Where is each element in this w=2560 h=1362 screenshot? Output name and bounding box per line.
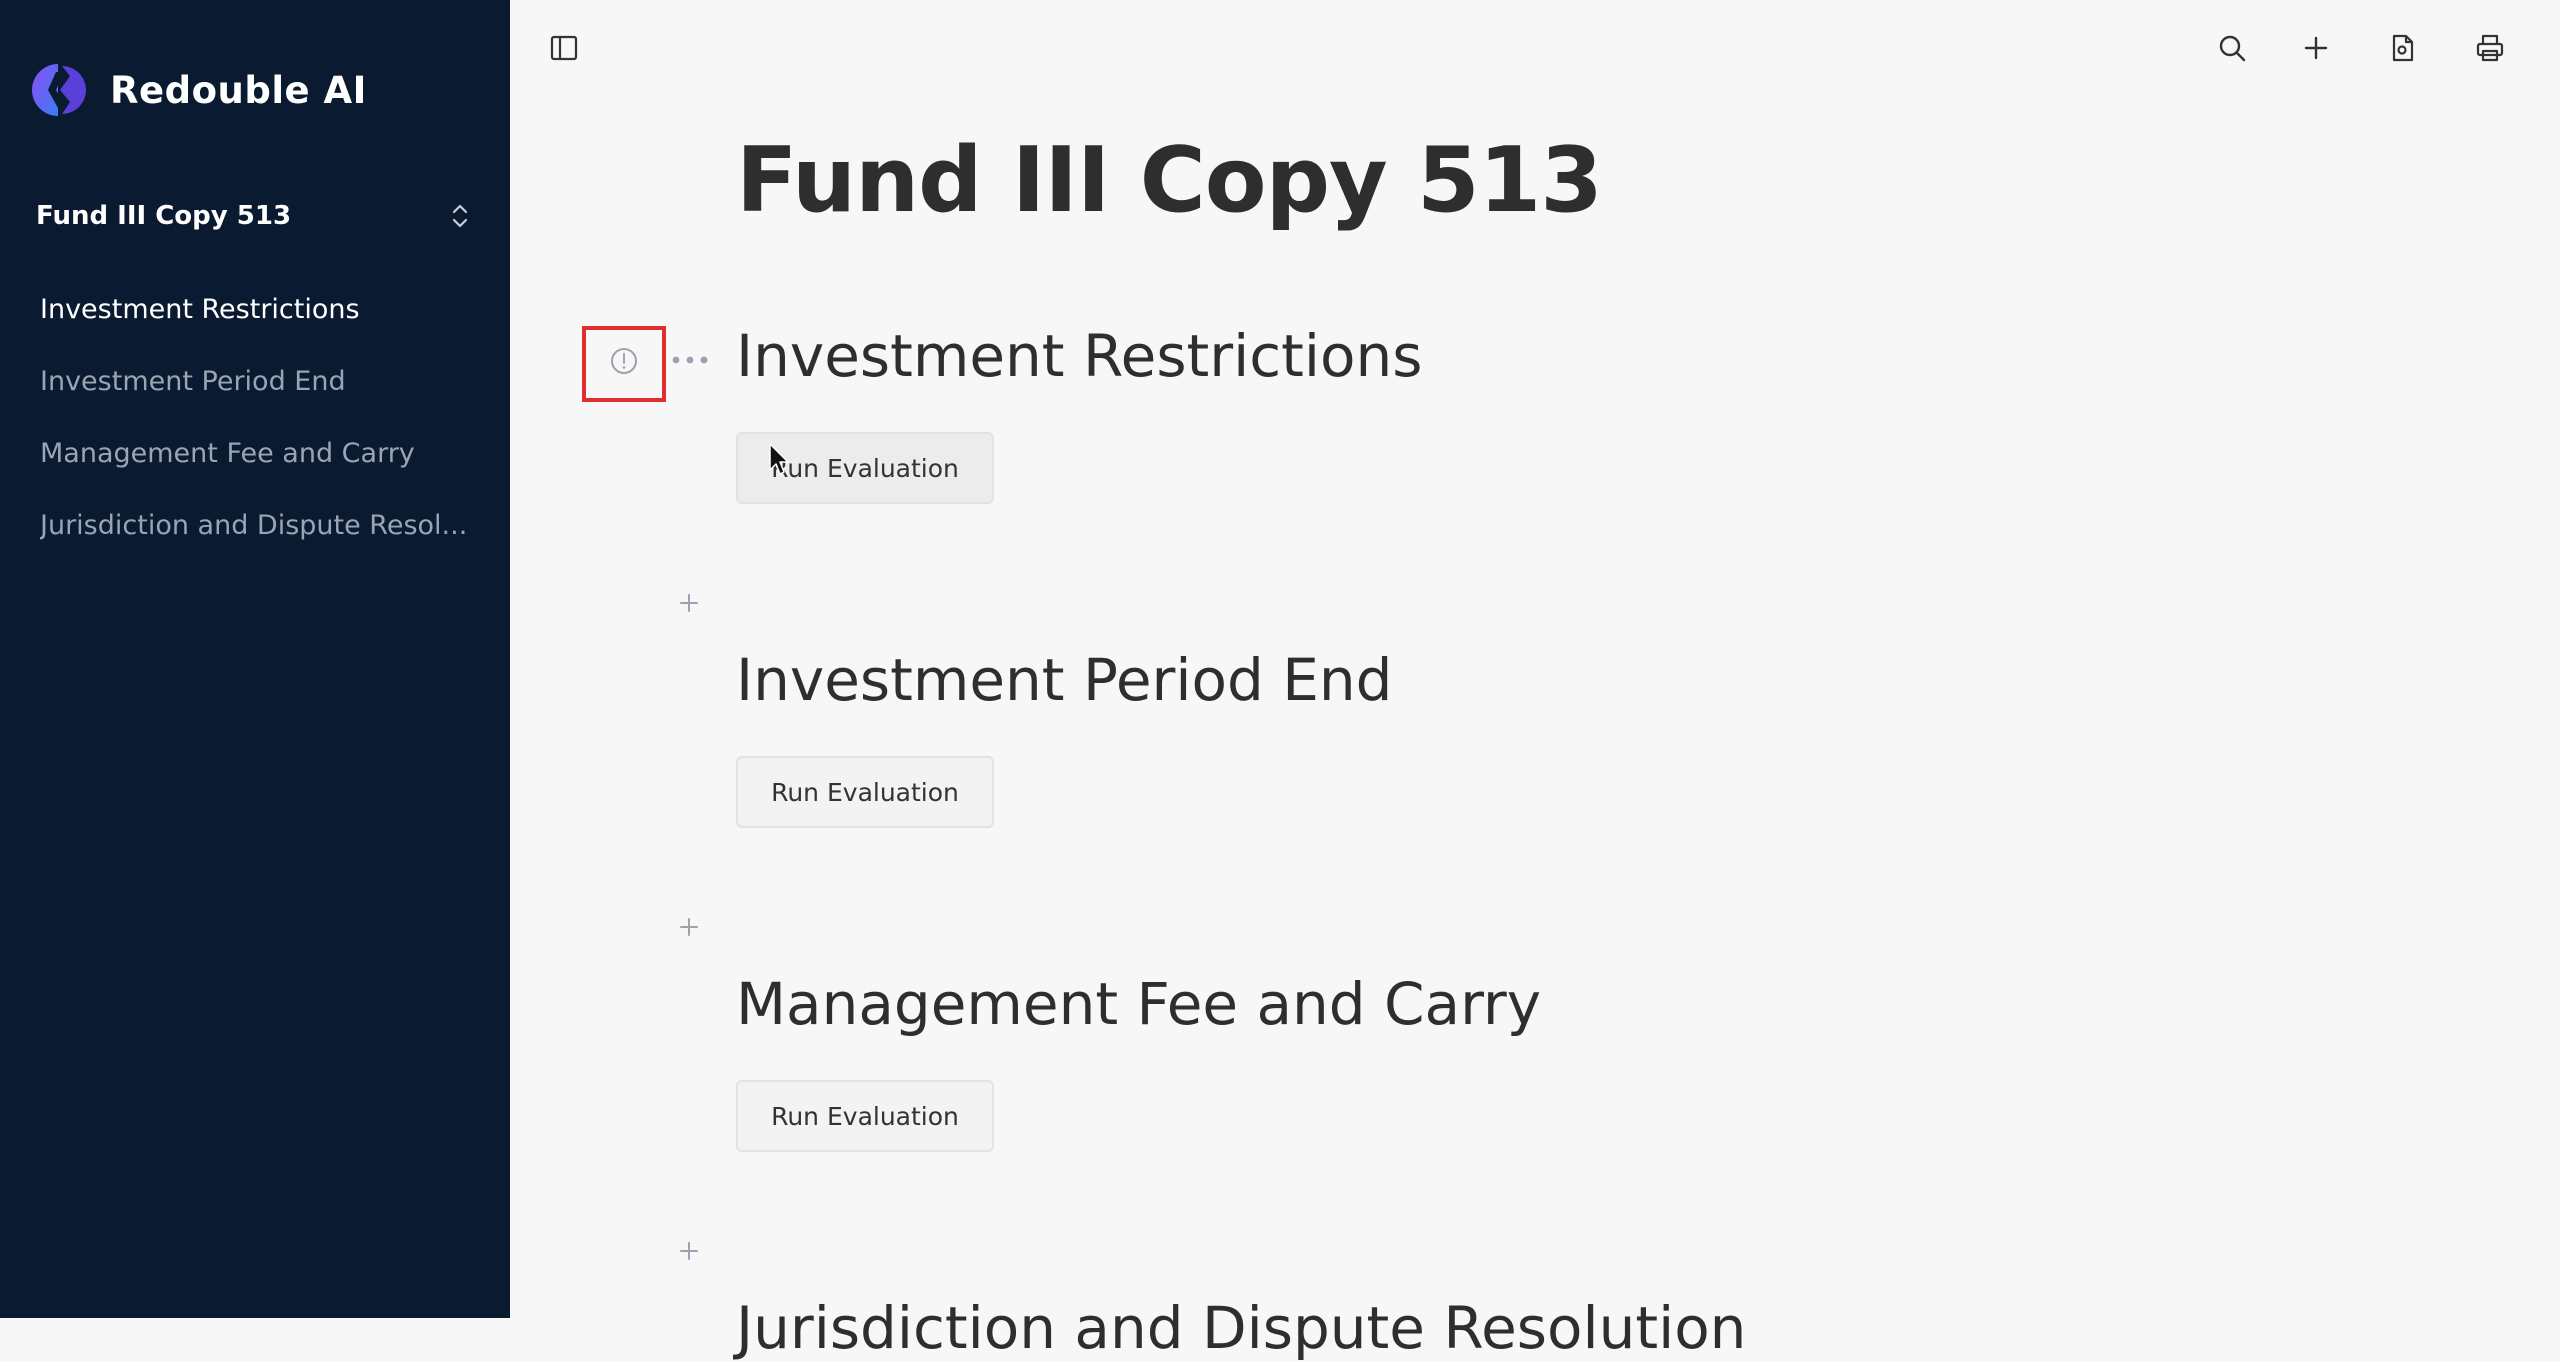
plus-icon xyxy=(2304,36,2328,60)
sidebar-item-management-fee-and-carry[interactable]: Management Fee and Carry xyxy=(40,430,480,502)
sidebar-toggle-icon xyxy=(550,35,578,61)
search-icon xyxy=(2219,35,2246,62)
add-button[interactable] xyxy=(2292,24,2340,72)
chevron-updown-icon xyxy=(452,204,468,228)
main-content: Fund III Copy 513 Investment Restriction… xyxy=(510,0,2560,1362)
run-evaluation-button[interactable]: Run Evaluation xyxy=(736,432,994,504)
document-selector-label: Fund III Copy 513 xyxy=(36,201,292,231)
add-section-plus-icon[interactable] xyxy=(675,1237,703,1265)
document-title: Fund III Copy 513 xyxy=(736,128,1603,233)
alert-circle-icon[interactable] xyxy=(608,345,640,377)
brand[interactable]: Redouble AI xyxy=(30,62,367,118)
more-dots-icon[interactable] xyxy=(670,350,710,370)
sidebar-nav: Investment Restrictions Investment Perio… xyxy=(40,286,480,574)
sidebar-toggle-button[interactable] xyxy=(540,24,588,72)
sidebar: Redouble AI Fund III Copy 513 Investment… xyxy=(0,0,510,1318)
document-selector[interactable]: Fund III Copy 513 xyxy=(36,194,472,238)
section-title-investment-restrictions: Investment Restrictions xyxy=(736,322,1423,390)
file-settings-icon xyxy=(2392,34,2414,62)
add-section-plus-icon[interactable] xyxy=(675,913,703,941)
add-section-plus-icon[interactable] xyxy=(675,589,703,617)
redouble-logo-icon xyxy=(32,64,86,116)
file-settings-button[interactable] xyxy=(2378,24,2426,72)
print-button[interactable] xyxy=(2466,24,2514,72)
section-title-jurisdiction-and-dispute-resolution: Jurisdiction and Dispute Resolution xyxy=(736,1294,1747,1362)
section-title-investment-period-end: Investment Period End xyxy=(736,646,1393,714)
search-button[interactable] xyxy=(2208,24,2256,72)
sidebar-item-jurisdiction-and-dispute-resolution[interactable]: Jurisdiction and Dispute Resol... xyxy=(40,502,480,574)
section-title-management-fee-and-carry: Management Fee and Carry xyxy=(736,970,1542,1038)
run-evaluation-button[interactable]: Run Evaluation xyxy=(736,1080,994,1152)
sidebar-item-investment-restrictions[interactable]: Investment Restrictions xyxy=(40,286,480,358)
brand-name: Redouble AI xyxy=(110,68,367,112)
run-evaluation-button[interactable]: Run Evaluation xyxy=(736,756,994,828)
sidebar-item-investment-period-end[interactable]: Investment Period End xyxy=(40,358,480,430)
printer-icon xyxy=(2476,34,2504,62)
